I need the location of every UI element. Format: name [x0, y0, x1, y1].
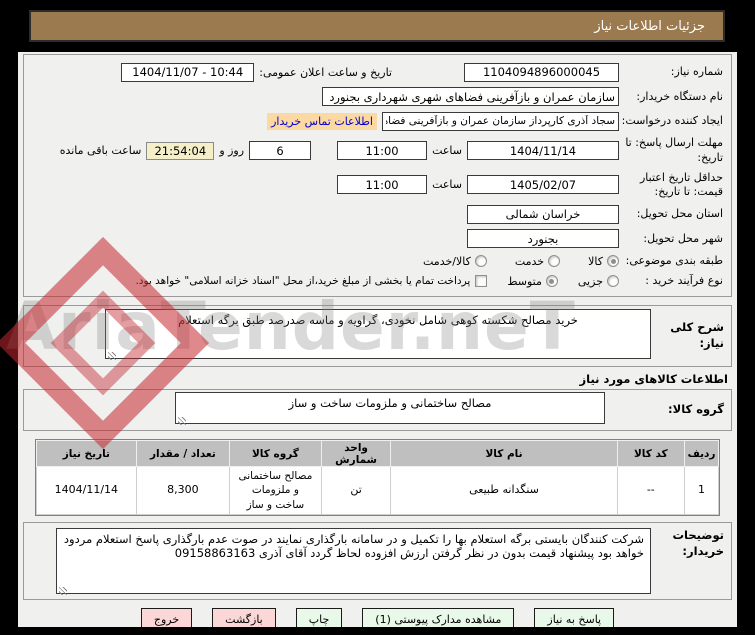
announce-datetime-input[interactable]: [121, 62, 255, 82]
goods-section-title: اطلاعات کالاهای مورد نیاز: [579, 372, 728, 386]
need-description-wrap: خرید مصالح شکسته کوهی شامل نخودی، گراویه…: [105, 309, 651, 363]
subject-class-label: طبقه بندی موضوعی:: [625, 254, 723, 268]
need-description-panel: شرح کلی نیاز: خرید مصالح شکسته کوهی شامل…: [23, 305, 732, 367]
page-title-bar: جزئیات اطلاعات نیاز: [29, 10, 725, 42]
print-button[interactable]: چاپ: [295, 608, 343, 627]
reply-deadline-label: مهلت ارسال پاسخ: تا تاریخ:: [625, 136, 723, 164]
row-buyer-org: نام دستگاه خریدار:: [28, 87, 727, 107]
province-input[interactable]: [467, 204, 619, 224]
buyer-notes-label: توضیحات خریدار:: [672, 528, 725, 558]
need-number-label: شماره نیاز:: [670, 64, 723, 78]
medium-radio[interactable]: [545, 275, 558, 288]
option-medium: متوسط: [507, 275, 558, 288]
buyer-contact-link[interactable]: اطلاعات تماس خریدار: [267, 112, 377, 130]
goods-radio-label: کالا: [588, 254, 603, 268]
goods-service-radio-label: کالا/خدمت: [423, 254, 471, 268]
goods-group-panel: گروه کالا: مصالح ساختمانی و ملزومات ساخت…: [23, 389, 732, 431]
goods-group-wrap: مصالح ساختمانی و ملزومات ساخت و ساز: [175, 392, 651, 428]
goods-group-textarea[interactable]: مصالح ساختمانی و ملزومات ساخت و ساز: [175, 392, 605, 424]
cell-row-number: 1: [684, 466, 719, 515]
cell-goods-name: سنگدانه طبیعی: [390, 466, 618, 515]
header-goods-group: گروه کالا: [229, 440, 322, 467]
partial-radio-label: جزیی: [577, 274, 603, 288]
buyer-org-label: نام دستگاه خریدار:: [636, 89, 723, 103]
exit-button[interactable]: خروج: [140, 608, 193, 627]
header-goods-code: کد کالا: [616, 440, 686, 467]
header-goods-name: نام کالا: [390, 440, 618, 467]
row-reply-deadline: مهلت ارسال پاسخ: تا تاریخ: ساعت روز و 21…: [28, 136, 727, 165]
header-quantity: تعداد / مقدار: [135, 440, 231, 467]
header-need-date: تاریخ نیاز: [36, 440, 137, 467]
header-row-number: ردیف: [684, 440, 719, 467]
need-description-label: شرح کلی نیاز:: [670, 320, 724, 350]
price-validity-date-input[interactable]: [467, 175, 619, 195]
option-goods-service: کالا/خدمت: [423, 255, 487, 268]
hours-remaining-label: ساعت باقی مانده: [59, 144, 142, 158]
announce-label: تاریخ و ساعت اعلان عمومی:: [259, 65, 392, 79]
price-validity-time-input[interactable]: [337, 175, 428, 195]
city-input[interactable]: [467, 229, 619, 249]
row-need-number: شماره نیاز: تاریخ و ساعت اعلان عمومی:: [28, 62, 727, 82]
buyer-notes-wrap: شرکت کنندگان بایستی برگه استعلام بها را …: [56, 528, 651, 598]
row-price-validity: حداقل تاریخ اعتبار قیمت: تا تاریخ: ساعت: [28, 171, 727, 200]
need-info-panel: شماره نیاز: تاریخ و ساعت اعلان عمومی: نا…: [23, 54, 732, 297]
row-city: شهر محل تحویل:: [28, 229, 727, 249]
creator-input[interactable]: [382, 111, 619, 131]
cell-quantity: 8,300: [135, 466, 231, 515]
table-row: 1 -- سنگدانه طبیعی تن مصالح ساختمانی و م…: [36, 466, 719, 515]
view-attachments-button[interactable]: مشاهده مدارک پیوستی (1): [362, 608, 515, 627]
province-label: استان محل تحویل:: [636, 207, 723, 221]
row-province: استان محل تحویل:: [28, 204, 727, 224]
reply-deadline-hour-label: ساعت: [432, 144, 462, 158]
header-unit: واحد شمارش: [320, 440, 392, 467]
city-label: شهر محل تحویل:: [643, 231, 723, 245]
reply-deadline-time-input[interactable]: [337, 141, 428, 161]
service-radio-label: خدمت: [514, 254, 545, 268]
cell-goods-group: مصالح ساختمانی و ملزومات ساخت و ساز: [229, 466, 322, 515]
need-description-textarea[interactable]: خرید مصالح شکسته کوهی شامل نخودی، گراویه…: [105, 309, 651, 359]
partial-radio[interactable]: [607, 275, 619, 288]
back-button[interactable]: بازگشت: [212, 608, 276, 627]
goods-table-wrap: ردیف کد کالا نام کالا واحد شمارش گروه کا…: [35, 439, 720, 516]
goods-table: ردیف کد کالا نام کالا واحد شمارش گروه کا…: [36, 440, 719, 515]
buyer-notes-panel: توضیحات خریدار: شرکت کنندگان بایستی برگه…: [23, 522, 732, 600]
buyer-org-input[interactable]: [322, 87, 619, 107]
price-validity-hour-label: ساعت: [432, 178, 462, 192]
goods-group-label: گروه کالا:: [668, 402, 724, 417]
cell-need-date: 1404/11/14: [36, 466, 137, 515]
buyer-notes-textarea[interactable]: شرکت کنندگان بایستی برگه استعلام بها را …: [56, 528, 651, 594]
goods-radio[interactable]: [607, 255, 619, 268]
cell-goods-code: --: [616, 466, 686, 515]
price-validity-label: حداقل تاریخ اعتبار قیمت: تا تاریخ:: [639, 170, 723, 198]
reply-deadline-date-input[interactable]: [467, 141, 619, 161]
reply-to-need-button[interactable]: پاسخ به نیاز: [534, 608, 615, 627]
process-type-label: نوع فرآیند خرید :: [645, 273, 723, 287]
days-label: روز و: [219, 144, 245, 158]
medium-radio-label: متوسط: [507, 274, 542, 288]
days-remaining-input[interactable]: [249, 141, 312, 161]
goods-table-header-row: ردیف کد کالا نام کالا واحد شمارش گروه کا…: [36, 440, 719, 467]
row-process-type: نوع فرآیند خرید : جزیی متوسط پرداخت تمام…: [28, 274, 727, 288]
goods-service-radio[interactable]: [474, 255, 487, 268]
page-title: جزئیات اطلاعات نیاز: [594, 18, 705, 34]
countdown-timer: 21:54:04: [146, 141, 215, 160]
treasury-checkbox[interactable]: [475, 275, 488, 288]
treasury-checkbox-label: پرداخت تمام یا بخشی از مبلغ خرید،از محل …: [135, 275, 471, 288]
row-creator: ایجاد کننده درخواست: اطلاعات تماس خریدار: [28, 111, 727, 131]
content-area: شماره نیاز: تاریخ و ساعت اعلان عمومی: نا…: [18, 52, 737, 627]
row-subject-class: طبقه بندی موضوعی: کالا خدمت کالا/خدمت: [28, 254, 727, 268]
need-number-input[interactable]: [464, 62, 619, 82]
option-goods: کالا: [588, 255, 619, 268]
service-radio[interactable]: [548, 255, 561, 268]
option-partial: جزیی: [578, 275, 619, 288]
page: جزئیات اطلاعات نیاز شماره نیاز: تاریخ و …: [0, 0, 755, 635]
option-service: خدمت: [514, 254, 561, 268]
creator-label: ایجاد کننده درخواست:: [621, 114, 723, 128]
cell-unit: تن: [320, 466, 392, 515]
action-buttons: پاسخ به نیاز مشاهده مدارک پیوستی (1) چاپ…: [23, 608, 732, 627]
